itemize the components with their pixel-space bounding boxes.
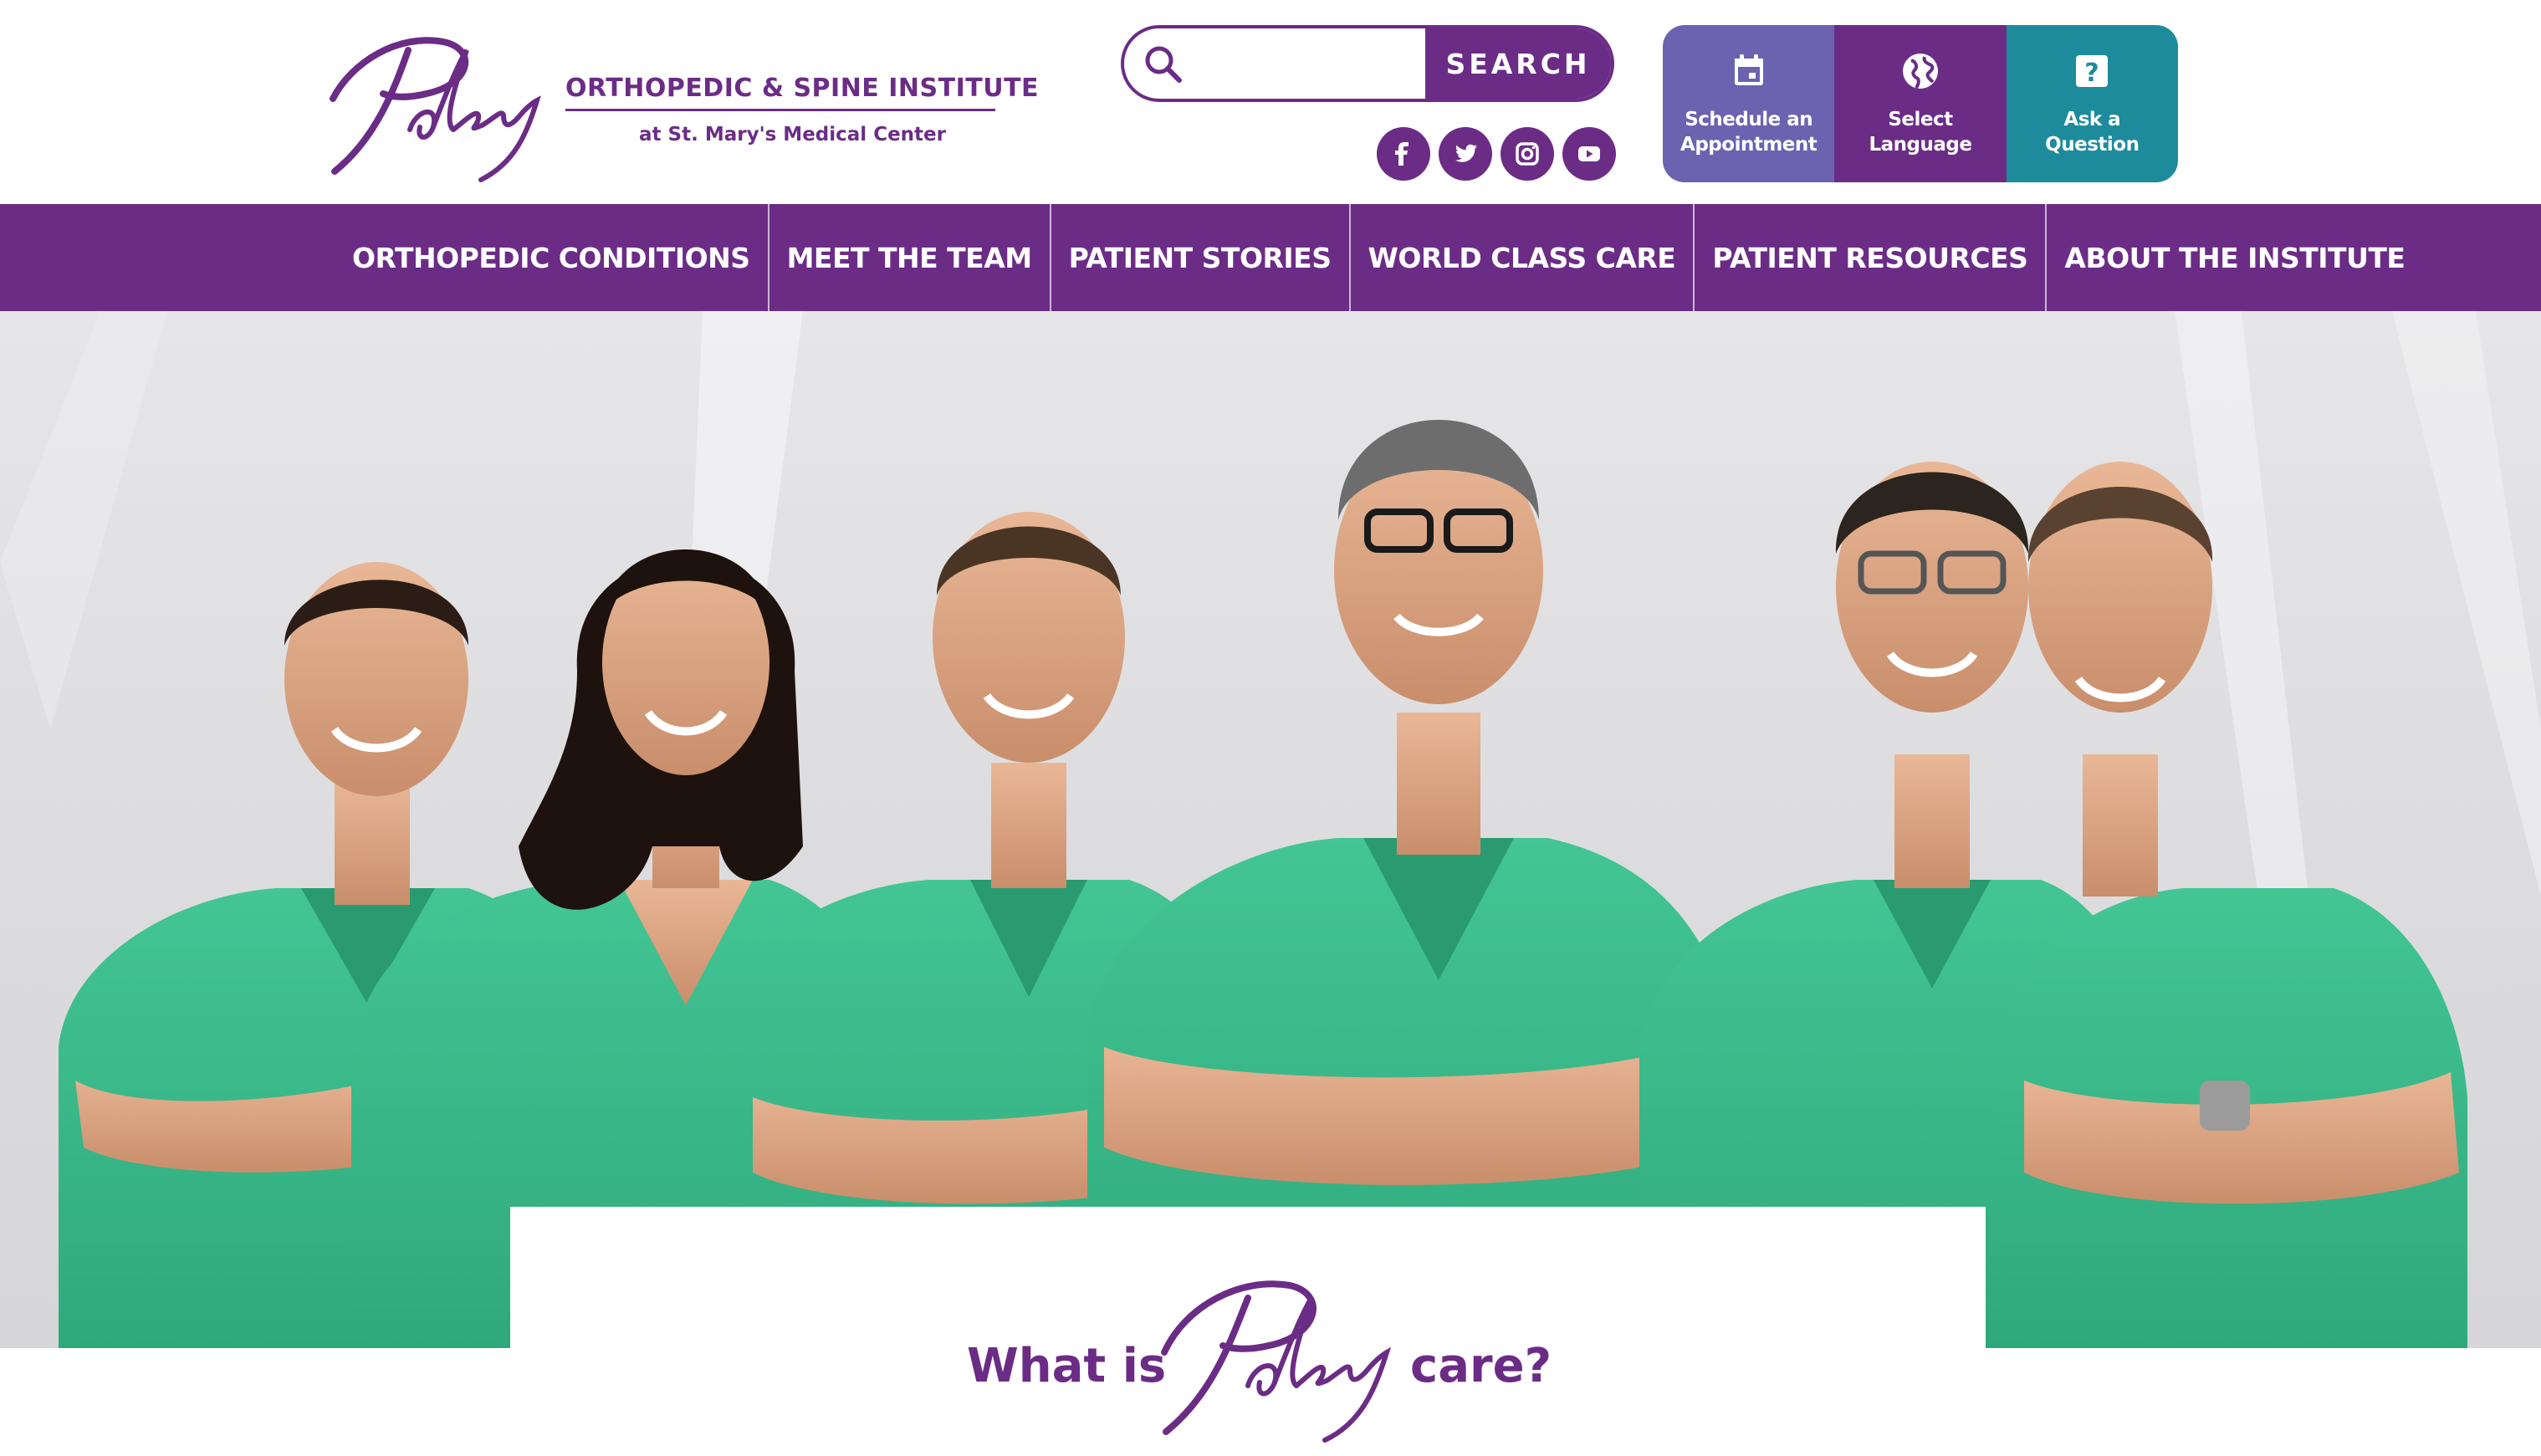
logo-divider: [565, 109, 995, 111]
youtube-icon: [1578, 146, 1600, 161]
nav-item-about-the-institute[interactable]: ABOUT THE INSTITUTE: [2045, 204, 2422, 311]
facebook-icon: [1395, 142, 1409, 166]
logo-subtitle: at St. Mary's Medical Center: [639, 124, 946, 146]
instagram-link[interactable]: [1501, 127, 1554, 181]
question-icon: ?: [2076, 55, 2109, 88]
calendar-icon: [1734, 54, 1763, 85]
ask-question-label: Ask a Question: [2045, 109, 2140, 156]
select-language-label: Select Language: [1869, 109, 1972, 156]
tagline-suffix: care?: [1410, 1339, 1552, 1393]
tagline-heading: What is care?: [510, 1260, 1986, 1444]
paley-script-wordmark: [1161, 1280, 1392, 1443]
main-navigation: ORTHOPEDIC CONDITIONS MEET THE TEAM PATI…: [0, 204, 2541, 311]
select-language-button[interactable]: Select Language: [1834, 25, 2007, 182]
schedule-appointment-button[interactable]: Schedule an Appointment: [1663, 25, 1835, 182]
twitter-link[interactable]: [1439, 127, 1492, 181]
nav-item-patient-resources[interactable]: PATIENT RESOURCES: [1693, 204, 2045, 311]
search-input[interactable]: [1191, 28, 1462, 99]
youtube-link[interactable]: [1562, 127, 1616, 181]
schedule-appointment-label: Schedule an Appointment: [1680, 109, 1818, 156]
site-logo[interactable]: ORTHOPEDIC & SPINE INSTITUTE at St. Mary…: [318, 17, 1039, 184]
tagline-card: What is care?: [510, 1207, 1986, 1456]
quick-links: Schedule an Appointment Select Language …: [1663, 25, 2178, 182]
ask-question-button[interactable]: ? Ask a Question: [2006, 25, 2178, 182]
search-button[interactable]: SEARCH: [1425, 28, 1611, 99]
site-header: ORTHOPEDIC & SPINE INSTITUTE at St. Mary…: [0, 0, 2541, 204]
nav-list: ORTHOPEDIC CONDITIONS MEET THE TEAM PATI…: [335, 204, 2422, 311]
search-icon: [1145, 46, 1182, 83]
search-bar: SEARCH: [1121, 25, 1614, 102]
nav-item-world-class-care[interactable]: WORLD CLASS CARE: [1348, 204, 1694, 311]
nav-item-patient-stories[interactable]: PATIENT STORIES: [1049, 204, 1349, 311]
svg-text:?: ?: [2085, 59, 2099, 88]
instagram-icon: [1516, 142, 1539, 166]
paley-script-logo: [330, 37, 541, 182]
team-illustration: [0, 311, 2541, 1348]
tagline-prefix: What is: [967, 1339, 1167, 1393]
hero-team-photo: [0, 311, 2541, 1348]
social-links: [1377, 127, 1616, 181]
facebook-link[interactable]: [1377, 127, 1430, 181]
nav-item-orthopedic-conditions[interactable]: ORTHOPEDIC CONDITIONS: [335, 204, 768, 311]
nav-item-meet-the-team[interactable]: MEET THE TEAM: [767, 204, 1050, 311]
twitter-icon: [1455, 144, 1478, 162]
logo-title: ORTHOPEDIC & SPINE INSTITUTE: [565, 74, 1040, 103]
globe-icon: [1902, 54, 1938, 89]
